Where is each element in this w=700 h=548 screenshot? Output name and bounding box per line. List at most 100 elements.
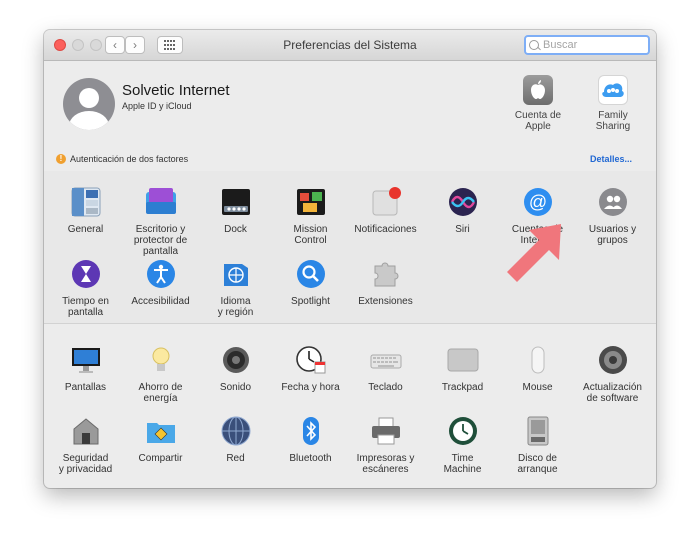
internet-accounts-icon: @ (522, 186, 554, 218)
pane-desktop-screensaver[interactable]: Escritorio y protector de pantalla (123, 186, 198, 257)
pane-label: Impresoras y escáneres (356, 453, 415, 475)
account-name: Solvetic Internet (122, 82, 230, 99)
pane-label: Dock (224, 224, 247, 235)
pane-users-groups[interactable]: Usuarios y grupos (575, 186, 650, 246)
pane-label: Extensiones (358, 296, 413, 307)
pane-label: Seguridad y privacidad (58, 453, 113, 475)
pane-dock[interactable]: Dock (198, 186, 273, 235)
avatar[interactable] (63, 78, 115, 130)
language-region-icon (220, 258, 252, 290)
pane-energy-saver[interactable]: Ahorro de energía (123, 344, 198, 404)
network-icon (220, 415, 252, 447)
pane-label: Teclado (368, 382, 403, 393)
pane-spotlight[interactable]: Spotlight (273, 258, 348, 307)
general-icon (70, 186, 102, 218)
pane-siri[interactable]: Siri (425, 186, 500, 235)
divider (44, 323, 656, 324)
pane-general[interactable]: General (48, 186, 123, 235)
pane-trackpad[interactable]: Trackpad (425, 344, 500, 393)
mission-control-icon (295, 186, 327, 218)
pane-label: Accesibilidad (131, 296, 190, 307)
users-groups-icon (597, 186, 629, 218)
pane-language-region[interactable]: Idioma y región (198, 258, 273, 318)
pane-label: Disco de arranque (517, 453, 558, 475)
pane-notifications[interactable]: Notificaciones (348, 186, 423, 235)
details-link[interactable]: Detalles... (590, 154, 632, 164)
pane-network[interactable]: Red (198, 415, 273, 464)
pane-date-time[interactable]: Fecha y hora (273, 344, 348, 393)
time-machine-icon (447, 415, 479, 447)
desktop-icon (145, 186, 177, 218)
pane-startup-disk[interactable]: Disco de arranque (500, 415, 575, 475)
pane-accessibility[interactable]: Accesibilidad (123, 258, 198, 307)
pane-label: Notificaciones (354, 224, 417, 235)
keyboard-icon (370, 344, 402, 376)
pane-label: Actualización de software (583, 382, 642, 404)
energy-saver-icon (145, 344, 177, 376)
dock-icon (220, 186, 252, 218)
pane-label: Trackpad (441, 382, 484, 393)
pane-label: Pantallas (64, 382, 107, 393)
title-bar: ‹ › Preferencias del Sistema Buscar (44, 30, 656, 61)
pane-sound[interactable]: Sonido (198, 344, 273, 393)
pane-label: Ahorro de energía (138, 382, 183, 404)
pane-label: General (67, 224, 104, 235)
spotlight-icon (295, 258, 327, 290)
pane-label: Siri (455, 224, 470, 235)
search-icon (529, 40, 539, 50)
pane-label: Compartir (138, 453, 183, 464)
accessibility-icon (145, 258, 177, 290)
family-sharing-button[interactable]: Family Sharing (583, 75, 643, 132)
pane-screen-time[interactable]: Tiempo en pantalla (48, 258, 123, 318)
security-privacy-icon (70, 415, 102, 447)
pane-label: Spotlight (291, 296, 330, 307)
apple-id-button[interactable]: Cuenta de Apple (508, 75, 568, 132)
pane-label: Tiempo en pantalla (62, 296, 109, 318)
pane-software-update[interactable]: Actualización de software (575, 344, 650, 404)
family-sharing-icon (598, 75, 628, 105)
pane-label: Mouse (522, 382, 553, 393)
extensions-icon (370, 258, 402, 290)
two-factor-notice: ! Autenticación de dos factores Detalles… (44, 148, 656, 170)
bluetooth-icon (295, 415, 327, 447)
pane-label: Fecha y hora (281, 382, 340, 393)
screen-time-icon (70, 258, 102, 290)
startup-disk-icon (522, 415, 554, 447)
family-sharing-label: Family Sharing (595, 110, 631, 132)
pane-time-machine[interactable]: Time Machine (425, 415, 500, 475)
search-placeholder: Buscar (543, 39, 578, 51)
pane-label: Red (226, 453, 245, 464)
pane-mouse[interactable]: Mouse (500, 344, 575, 393)
pane-security-privacy[interactable]: Seguridad y privacidad (48, 415, 123, 475)
pane-displays[interactable]: Pantallas (48, 344, 123, 393)
pane-extensions[interactable]: Extensiones (348, 258, 423, 307)
notifications-icon (370, 186, 402, 218)
pane-label: Idioma y región (217, 296, 254, 318)
apple-logo-icon (523, 75, 553, 105)
displays-icon (70, 344, 102, 376)
search-field[interactable]: Buscar (524, 35, 650, 55)
printers-icon (370, 415, 402, 447)
sound-icon (220, 344, 252, 376)
sharing-icon (145, 415, 177, 447)
account-subtitle: Apple ID y iCloud (122, 101, 192, 111)
pane-bluetooth[interactable]: Bluetooth (273, 415, 348, 464)
highlight-arrow (507, 224, 561, 282)
software-update-icon (597, 344, 629, 376)
mouse-icon (522, 344, 554, 376)
trackpad-icon (447, 344, 479, 376)
pane-printers-scanners[interactable]: Impresoras y escáneres (348, 415, 423, 475)
apple-id-label: Cuenta de Apple (514, 110, 562, 132)
pane-label: Sonido (219, 382, 252, 393)
svg-text:@: @ (528, 192, 546, 212)
pane-keyboard[interactable]: Teclado (348, 344, 423, 393)
pane-label: Mission Control (293, 224, 328, 246)
siri-icon (447, 186, 479, 218)
pane-label: Time Machine (443, 453, 482, 475)
pane-label: Usuarios y grupos (588, 224, 637, 246)
pane-sharing[interactable]: Compartir (123, 415, 198, 464)
pane-mission-control[interactable]: Mission Control (273, 186, 348, 246)
pane-label: Bluetooth (289, 453, 332, 464)
pane-label: Escritorio y protector de pantalla (133, 224, 188, 257)
warning-icon: ! (56, 154, 66, 164)
